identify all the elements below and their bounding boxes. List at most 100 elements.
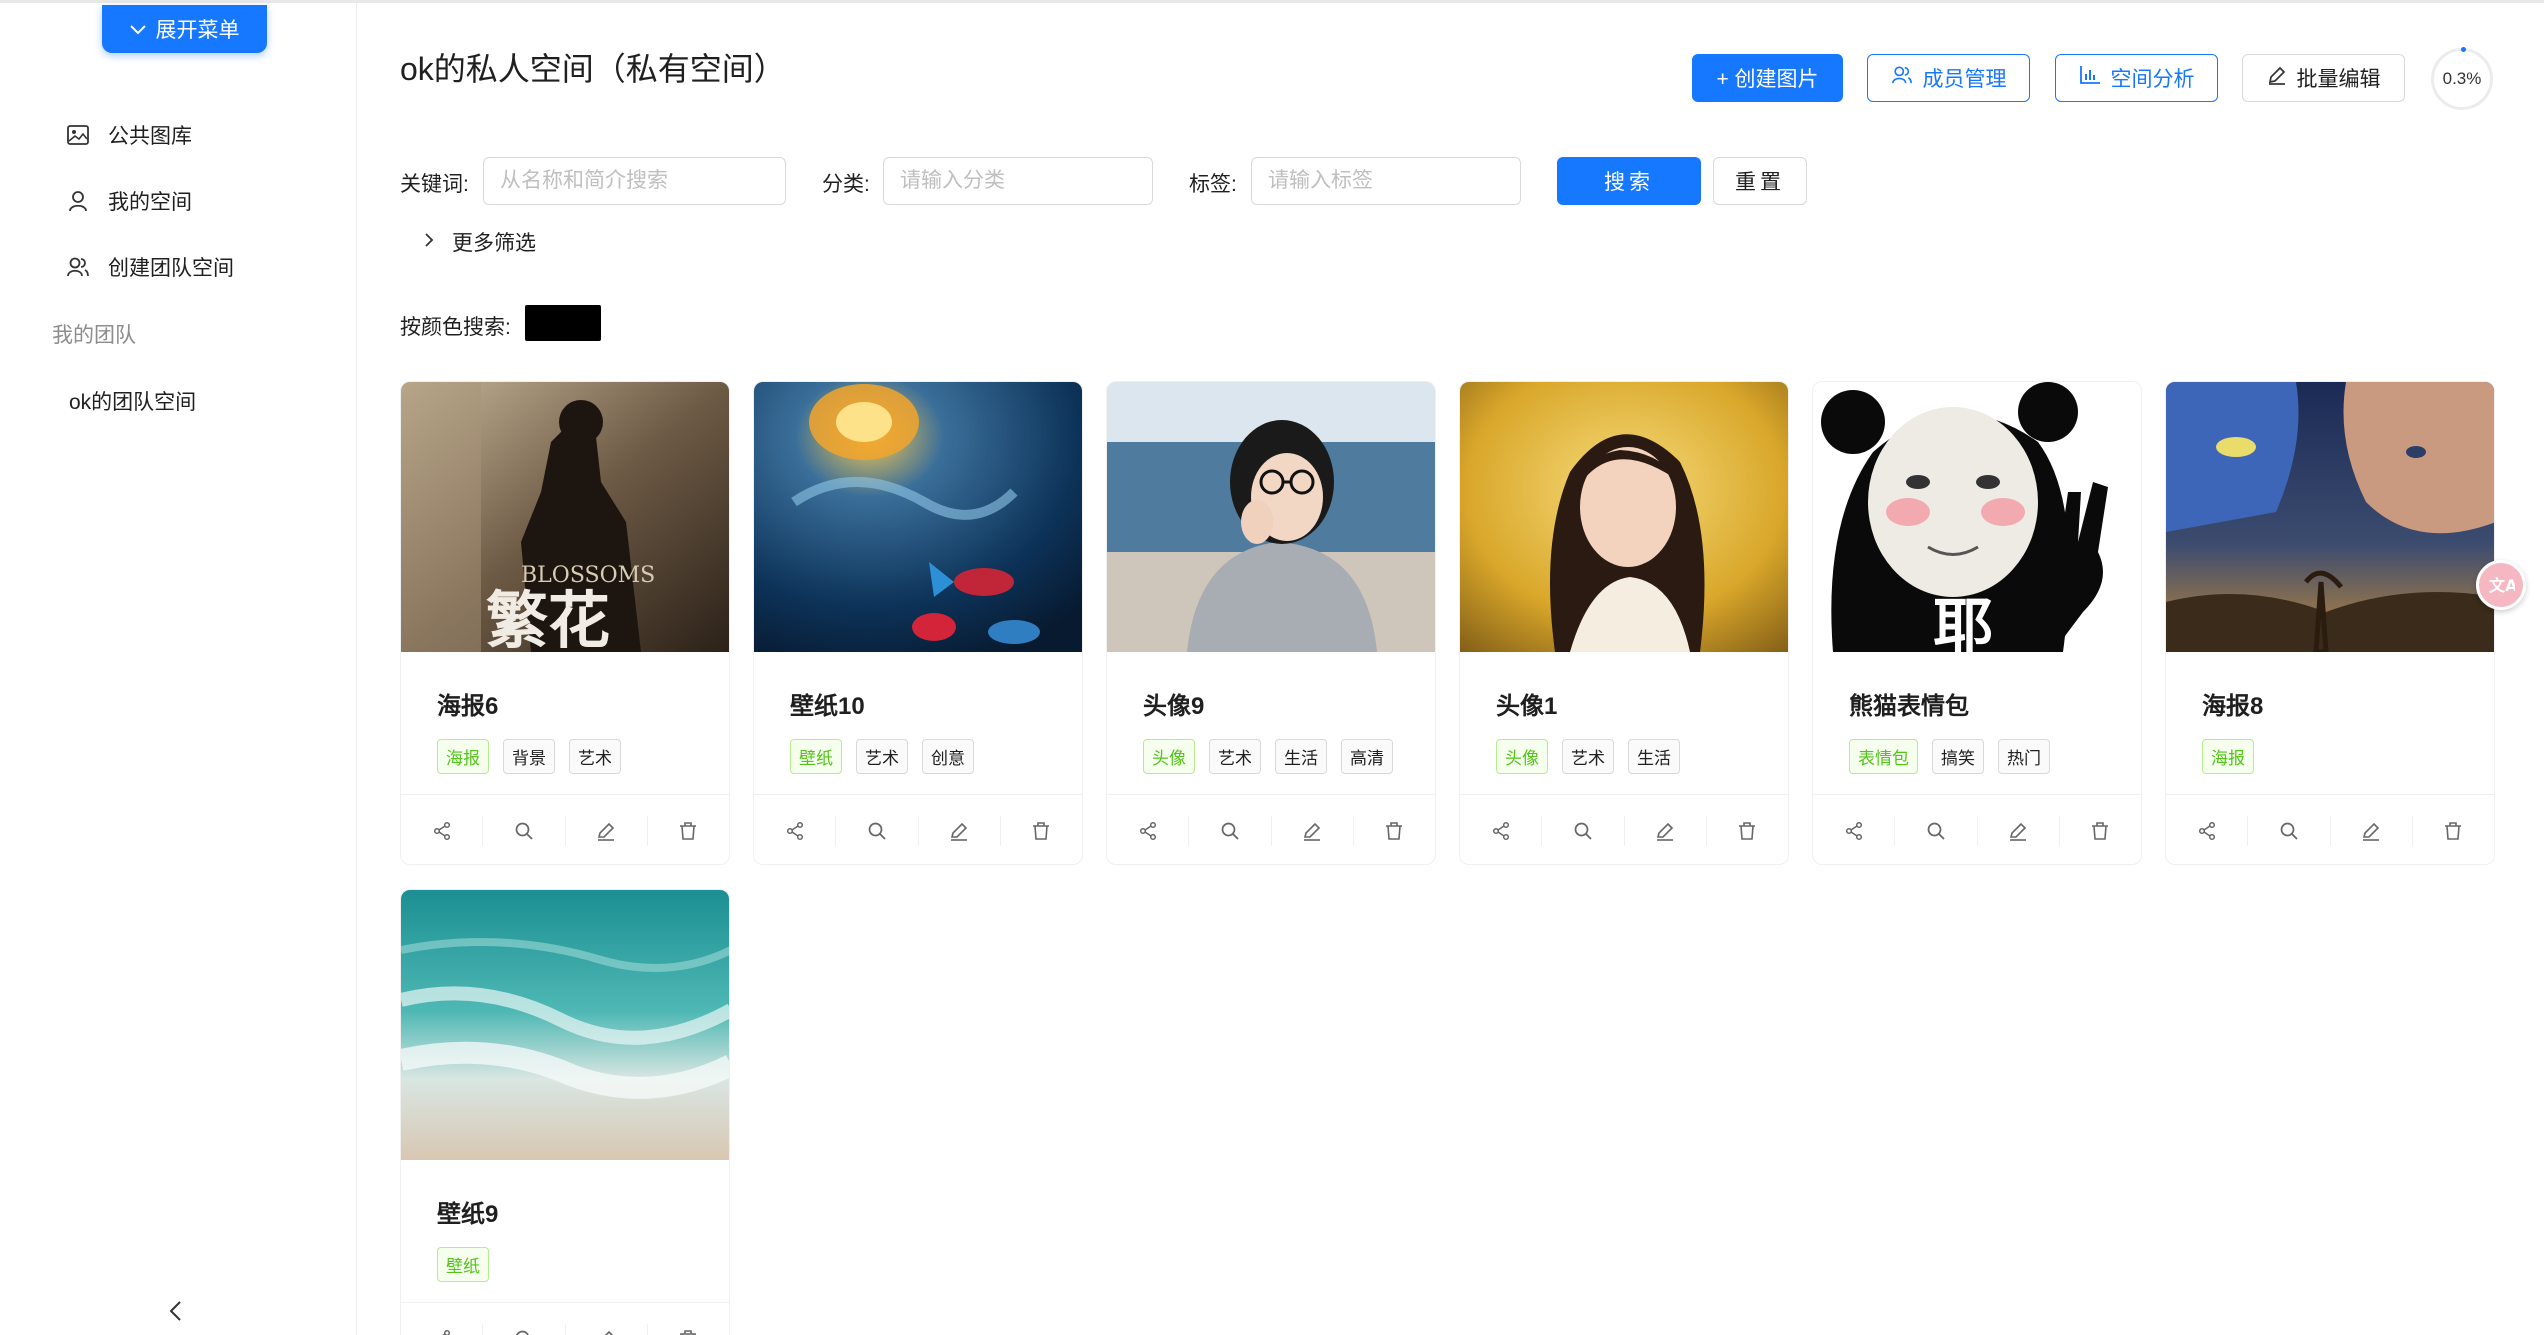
batch-edit-button[interactable]: 批量编辑 [2242, 54, 2405, 102]
card-image[interactable] [401, 890, 729, 1160]
category-input[interactable] [883, 157, 1153, 205]
sidebar-item-create-team[interactable]: 创建团队空间 [66, 247, 234, 287]
tag: 海报 [2202, 739, 2254, 774]
image-card[interactable]: 头像9 头像 艺术 生活 高清 [1106, 381, 1436, 865]
search-icon[interactable] [836, 815, 919, 846]
image-card[interactable]: 耶 熊猫表情包 表情包 搞笑 热门 [1812, 381, 2142, 865]
card-image[interactable]: 耶 [1813, 382, 2141, 652]
edit-icon[interactable] [1625, 815, 1707, 846]
collapse-sidebar-icon[interactable] [168, 1298, 182, 1329]
card-actions [401, 794, 729, 864]
card-actions [1107, 794, 1435, 864]
panda-text: 耶 [1933, 592, 1993, 652]
space-analysis-button[interactable]: 空间分析 [2055, 54, 2218, 102]
card-title: 海报6 [437, 693, 499, 720]
space-usage-progress: 0.3% [2431, 47, 2493, 110]
reset-button[interactable]: 重置 [1713, 157, 1807, 205]
card-actions [754, 794, 1082, 864]
translate-icon[interactable]: 文A [2476, 560, 2526, 610]
delete-icon[interactable] [1354, 816, 1435, 846]
tag: 背景 [503, 739, 555, 774]
tag-input[interactable] [1251, 157, 1521, 205]
card-image[interactable] [2166, 382, 2494, 652]
card-actions [401, 1302, 729, 1335]
card-image[interactable]: BLOSSOMS 繁花 [401, 382, 729, 652]
share-icon[interactable] [1460, 815, 1543, 846]
search-icon[interactable] [483, 815, 566, 846]
delete-icon[interactable] [2060, 816, 2141, 846]
tag: 壁纸 [437, 1247, 489, 1282]
keyword-input[interactable] [483, 157, 786, 205]
card-image[interactable] [1107, 382, 1435, 652]
share-icon[interactable] [401, 815, 484, 846]
color-picker-swatch[interactable] [525, 305, 601, 341]
category-label: 分类: [822, 173, 870, 196]
card-actions [1460, 794, 1788, 864]
tag: 创意 [922, 739, 974, 774]
search-icon[interactable] [2248, 815, 2331, 846]
tag: 热门 [1998, 739, 2050, 774]
search-icon[interactable] [1542, 815, 1625, 846]
delete-icon[interactable] [2413, 816, 2494, 846]
image-card[interactable]: 壁纸9 壁纸 [400, 889, 730, 1335]
card-tags: 头像 艺术 生活 [1496, 739, 1752, 774]
card-title: 头像9 [1143, 693, 1205, 720]
expand-menu-button[interactable]: 展开菜单 [102, 5, 267, 53]
card-tags: 头像 艺术 生活 高清 [1143, 739, 1399, 774]
card-title: 海报8 [2202, 693, 2264, 720]
edit-icon[interactable] [1978, 815, 2060, 846]
tag: 头像 [1143, 739, 1195, 774]
sidebar-item-label: 我的空间 [108, 191, 192, 214]
sidebar-item-team-space[interactable]: ok的团队空间 [69, 386, 196, 416]
edit-icon[interactable] [1272, 815, 1354, 846]
sidebar: 展开菜单 公共图库 我的空间 创建团队空间 我的团队 ok的团队空间 [0, 3, 357, 1335]
tag: 生活 [1275, 739, 1327, 774]
image-card[interactable]: 壁纸10 壁纸 艺术 创意 [753, 381, 1083, 865]
expand-menu-label: 展开菜单 [155, 19, 240, 42]
progress-indicator [2461, 47, 2466, 52]
team-icon [66, 255, 90, 279]
tag: 海报 [437, 739, 489, 774]
share-icon[interactable] [2166, 815, 2249, 846]
delete-icon[interactable] [648, 1324, 729, 1335]
card-image[interactable] [1460, 382, 1788, 652]
tag: 艺术 [1209, 739, 1261, 774]
edit-icon[interactable] [566, 1323, 648, 1335]
top-border [0, 0, 2544, 3]
share-icon[interactable] [1813, 815, 1896, 846]
share-icon[interactable] [1107, 815, 1190, 846]
card-tags: 海报 背景 艺术 [437, 739, 693, 774]
edit-icon[interactable] [2331, 815, 2413, 846]
sidebar-item-public-gallery[interactable]: 公共图库 [66, 115, 192, 155]
delete-icon[interactable] [1707, 816, 1788, 846]
tag: 生活 [1628, 739, 1680, 774]
search-button[interactable]: 搜索 [1557, 157, 1701, 205]
search-icon[interactable] [1189, 815, 1272, 846]
image-card[interactable]: 头像1 头像 艺术 生活 [1459, 381, 1789, 865]
more-filter-toggle[interactable]: 更多筛选 [424, 227, 536, 257]
create-image-button[interactable]: + 创建图片 [1692, 54, 1843, 102]
share-icon[interactable] [754, 815, 837, 846]
delete-icon[interactable] [1001, 816, 1082, 846]
edit-icon[interactable] [919, 815, 1001, 846]
edit-icon[interactable] [566, 815, 648, 846]
card-title: 壁纸9 [437, 1201, 499, 1228]
edit-icon [2267, 65, 2287, 91]
image-card[interactable]: 海报8 海报 [2165, 381, 2495, 865]
user-icon [66, 189, 90, 213]
image-card[interactable]: BLOSSOMS 繁花 海报6 海报 背景 艺术 [400, 381, 730, 865]
card-image[interactable] [754, 382, 1082, 652]
svg-text:文A: 文A [2489, 576, 2515, 595]
delete-icon[interactable] [648, 816, 729, 846]
share-icon[interactable] [401, 1323, 484, 1335]
search-icon[interactable] [483, 1323, 566, 1335]
member-manage-button[interactable]: 成员管理 [1867, 54, 2030, 102]
search-icon[interactable] [1895, 815, 1978, 846]
tag: 艺术 [856, 739, 908, 774]
bar-chart-icon [2079, 65, 2101, 91]
card-actions [2166, 794, 2494, 864]
tag: 壁纸 [790, 739, 842, 774]
sidebar-item-my-space[interactable]: 我的空间 [66, 181, 192, 221]
batch-edit-label: 批量编辑 [2296, 68, 2381, 91]
card-tags: 壁纸 [437, 1247, 693, 1282]
